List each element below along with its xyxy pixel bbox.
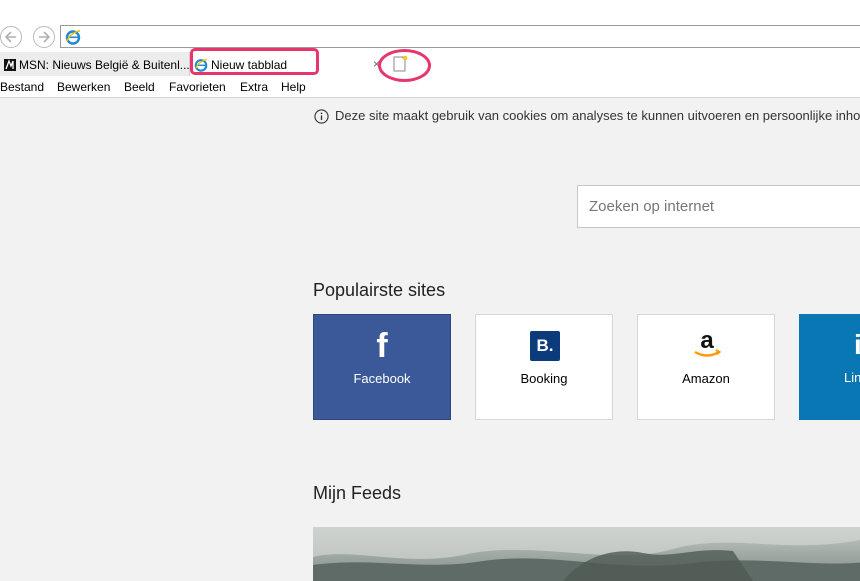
forward-button[interactable] xyxy=(33,26,55,48)
tile-amazon[interactable]: a Amazon xyxy=(637,314,775,420)
tab-msn[interactable]: MSN: Nieuws België & Buitenl... xyxy=(0,52,190,76)
menu-bar: Bestand Bewerken Beeld Favorieten Extra … xyxy=(0,77,860,98)
highlight-new-tab xyxy=(190,48,319,75)
cookie-notice: Deze site maakt gebruik van cookies om a… xyxy=(314,108,860,124)
menu-bewerken[interactable]: Bewerken xyxy=(57,80,110,94)
popular-sites-title: Populairste sites xyxy=(313,280,446,300)
booking-logo-icon: B. xyxy=(530,331,560,361)
address-bar[interactable] xyxy=(60,25,860,48)
cookie-text: Deze site maakt gebruik van cookies om a… xyxy=(335,108,860,123)
tab-label: MSN: Nieuws België & Buitenl... xyxy=(19,57,190,72)
ie-logo-icon xyxy=(65,30,81,45)
tile-linkedin[interactable]: i Lin xyxy=(799,314,860,420)
tile-facebook[interactable]: f Facebook xyxy=(313,314,451,420)
tile-label: Lin xyxy=(844,370,860,385)
feed-image[interactable] xyxy=(313,527,860,581)
menu-bestand[interactable]: Bestand xyxy=(0,80,44,94)
menu-favorieten[interactable]: Favorieten xyxy=(169,80,226,94)
msn-icon xyxy=(4,58,16,71)
svg-text:a: a xyxy=(700,327,714,354)
back-button[interactable] xyxy=(0,26,22,48)
forward-arrow-icon xyxy=(39,31,51,43)
menu-help[interactable]: Help xyxy=(281,80,306,94)
search-input[interactable] xyxy=(578,186,849,227)
menu-beeld[interactable]: Beeld xyxy=(124,80,155,94)
tile-booking[interactable]: B. Booking xyxy=(475,314,613,420)
my-feeds-title: Mijn Feeds xyxy=(313,483,402,503)
back-arrow-icon xyxy=(4,31,16,43)
info-icon xyxy=(314,109,329,124)
tile-label: Amazon xyxy=(682,371,730,386)
tile-label: Facebook xyxy=(353,371,411,386)
menu-extra[interactable]: Extra xyxy=(240,80,268,94)
feed-photo xyxy=(313,527,860,581)
amazon-logo-icon: a xyxy=(694,327,722,357)
tile-label: Booking xyxy=(520,371,568,386)
facebook-logo-icon: f xyxy=(376,327,388,365)
search-box xyxy=(577,185,860,228)
linkedin-logo-icon: i xyxy=(854,329,860,360)
